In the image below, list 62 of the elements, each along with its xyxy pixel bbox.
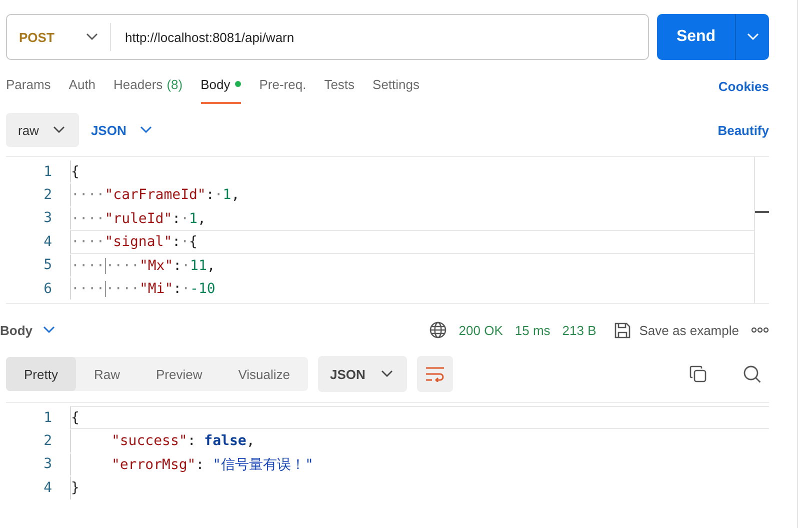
view-tab[interactable]: Pretty [6, 357, 76, 391]
line-number: 6 [42, 280, 53, 297]
line-number: 2 [42, 433, 53, 450]
url-field[interactable]: http://localhost:8081/api/warn [125, 25, 648, 49]
code-line: "success": false, [70, 429, 769, 453]
view-tab[interactable]: Visualize [220, 357, 308, 391]
code-line: ····"ruleId":·1, [70, 206, 754, 230]
request-url-bar[interactable]: POST http://localhost:8081/api/warn [6, 14, 649, 60]
body-mode-dropdown[interactable]: raw [6, 113, 79, 147]
tab[interactable]: Tests [324, 68, 355, 104]
wrap-lines-icon [425, 366, 446, 382]
chevron-down-icon [140, 126, 152, 134]
more-icon[interactable] [751, 327, 769, 333]
line-number: 4 [42, 480, 53, 496]
chevron-down-icon [86, 33, 98, 41]
status-code: 200 OK [458, 322, 503, 338]
code-line: "errorMsg": "信号量有误！" [70, 452, 769, 476]
tab[interactable]: Settings [372, 68, 420, 104]
method-dropdown[interactable]: POST [7, 23, 111, 51]
format-dropdown[interactable]: JSON [318, 356, 408, 392]
wrap-lines-button[interactable] [417, 356, 454, 392]
code-line: { [70, 160, 754, 184]
format-label: JSON [330, 366, 366, 382]
scrollbar[interactable] [754, 157, 769, 303]
chevron-down-icon [746, 33, 758, 41]
tab[interactable]: Pre-req. [259, 68, 306, 104]
code-line: ····"carFrameId":·1, [70, 183, 754, 207]
line-number: 3 [42, 210, 53, 226]
line-number: 1 [42, 164, 53, 180]
beautify-link[interactable]: Beautify [718, 122, 769, 138]
code-line: ····"signal":·{ [70, 230, 754, 254]
tab[interactable]: Auth [68, 68, 96, 104]
tab[interactable]: Headers (8) [114, 68, 183, 104]
line-number: 2 [42, 187, 53, 204]
tab[interactable]: Params [6, 68, 51, 104]
copy-icon[interactable] [689, 365, 707, 383]
view-tab[interactable]: Preview [138, 357, 220, 391]
response-time: 15 ms [514, 322, 550, 338]
response-body-dropdown[interactable]: Body [0, 322, 54, 338]
code-line: ········"Mx":·11, [70, 254, 754, 277]
request-body-editor[interactable]: 1 { 2 ····"carFrameId":·1, 3 ····"ruleId":·1, 4 ····"signal":·{ 5 ········"Mx":·11, 6 ········"Mi":·-10 [6, 156, 769, 304]
response-size: 213 B [562, 322, 596, 338]
code-line: { [70, 406, 769, 430]
send-button[interactable]: Send [657, 14, 735, 60]
tab[interactable]: Body [200, 68, 242, 104]
line-number: 5 [42, 257, 53, 274]
chevron-down-icon [381, 370, 394, 378]
line-number: 1 [42, 410, 53, 426]
send-options-button[interactable] [735, 14, 769, 60]
line-number: 4 [42, 234, 53, 250]
save-as-example-button[interactable]: Save as example [614, 322, 739, 338]
cookies-link[interactable]: Cookies [718, 78, 769, 94]
chevron-down-icon [52, 126, 65, 134]
method-label: POST [19, 30, 54, 44]
code-line: } [70, 476, 769, 500]
language-dropdown[interactable]: JSON [90, 122, 152, 138]
view-tab[interactable]: Raw [76, 357, 138, 391]
search-icon[interactable] [743, 365, 761, 383]
code-line: ········"Mi":·-10 [70, 276, 754, 300]
chevron-down-icon [42, 326, 54, 334]
line-number: 3 [42, 456, 53, 472]
globe-icon[interactable] [428, 321, 447, 339]
